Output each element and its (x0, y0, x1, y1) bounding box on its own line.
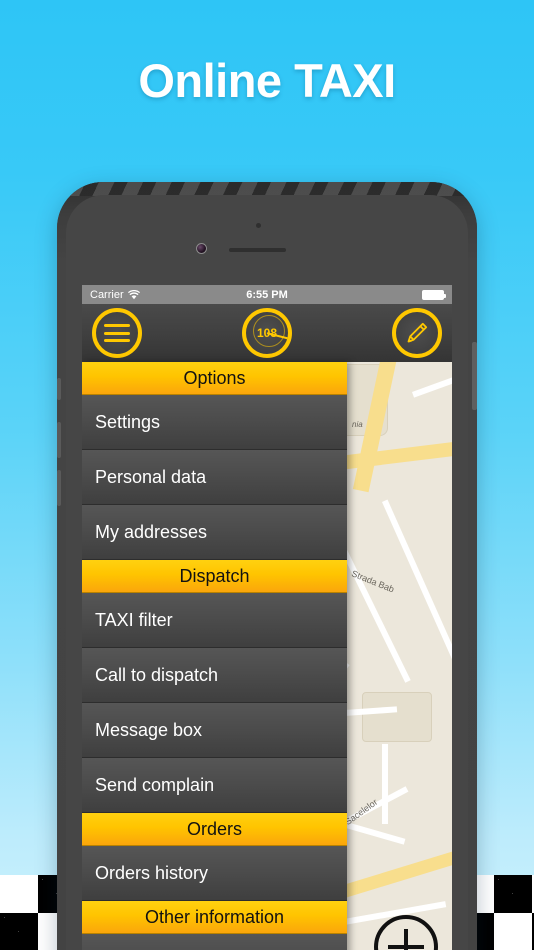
phone-mockup: Carrier 6:55 PM 108 nia Strada Bab Sacel… (57, 182, 477, 950)
menu-item-my-addresses[interactable]: My addresses (82, 505, 347, 560)
edit-button[interactable] (392, 308, 442, 358)
map-road (382, 499, 452, 713)
pencil-icon (403, 319, 431, 347)
phone-screen: Carrier 6:55 PM 108 nia Strada Bab Sacel… (82, 285, 452, 950)
page-title: Online TAXI (138, 54, 396, 107)
menu-section-header-other-information[interactable]: Other information (82, 901, 347, 934)
menu-section-header-orders[interactable]: Orders (82, 813, 347, 846)
wifi-icon (127, 289, 140, 300)
status-bar-right (422, 289, 446, 300)
menu-item-settings[interactable]: Settings (82, 395, 347, 450)
map-label: Sacelelor (343, 796, 380, 828)
hamburger-menu-icon (104, 324, 130, 342)
power-button[interactable] (472, 342, 477, 410)
meter-value: 108 (256, 326, 278, 340)
menu-item-send-complain[interactable]: Send complain (82, 758, 347, 813)
proximity-sensor-icon (256, 223, 261, 228)
volume-up-button[interactable] (57, 422, 61, 458)
menu-item-orders-history[interactable]: Orders history (82, 846, 347, 901)
status-bar-left: Carrier (90, 289, 140, 301)
gauge-icon: 108 (246, 308, 288, 358)
menu-section-header-options[interactable]: Options (82, 362, 347, 395)
status-bar: Carrier 6:55 PM (82, 285, 452, 304)
phone-front-panel: Carrier 6:55 PM 108 nia Strada Bab Sacel… (66, 195, 468, 950)
battery-icon (422, 289, 446, 300)
phone-antenna-band (57, 182, 477, 196)
volume-down-button[interactable] (57, 470, 61, 506)
front-camera-icon (196, 243, 207, 254)
map-label: nia (352, 420, 363, 429)
crosshair-icon[interactable] (374, 915, 438, 950)
menu-section-header-dispatch[interactable]: Dispatch (82, 560, 347, 593)
carrier-label: Carrier (90, 288, 124, 301)
app-toolbar: 108 (82, 304, 452, 362)
menu-item-taxi-filter[interactable]: TAXI filter (82, 593, 347, 648)
map-block (362, 692, 432, 742)
menu-item-message-box[interactable]: Message box (82, 703, 347, 758)
map-road (382, 744, 388, 824)
hamburger-menu-button[interactable] (92, 308, 142, 358)
meter-button[interactable]: 108 (242, 308, 292, 358)
side-menu: Options Settings Personal data My addres… (82, 362, 347, 950)
silent-switch[interactable] (57, 378, 61, 400)
earpiece-speaker (229, 248, 286, 252)
menu-item-personal-data[interactable]: Personal data (82, 450, 347, 505)
menu-item-other-information-first[interactable] (82, 934, 347, 950)
menu-item-call-to-dispatch[interactable]: Call to dispatch (82, 648, 347, 703)
map-road (412, 371, 452, 398)
